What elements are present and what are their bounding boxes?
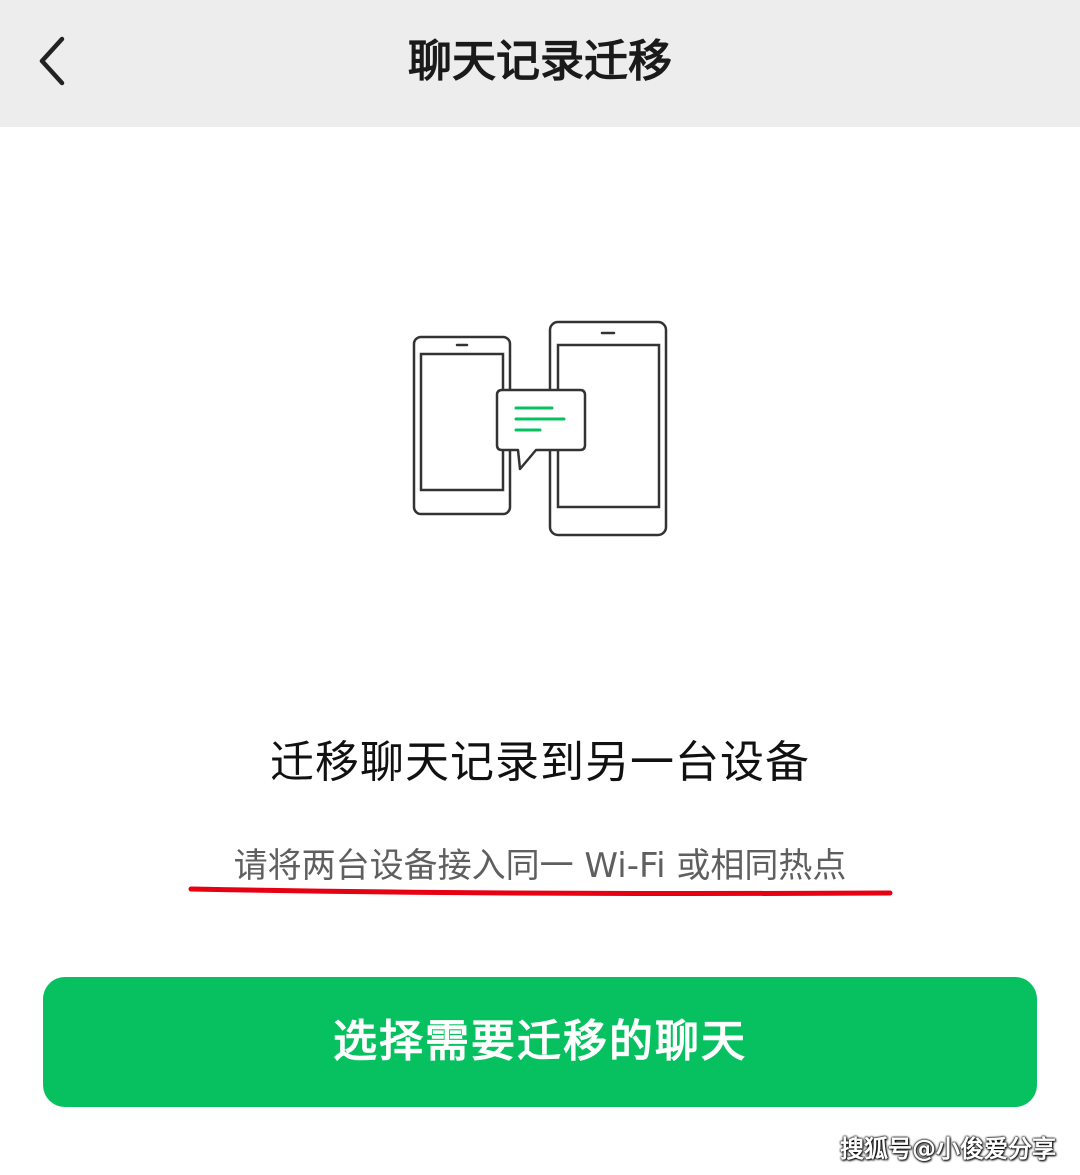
phones-transfer-illustration — [406, 316, 674, 540]
watermark: 搜狐号@小俊爱分享 — [840, 1135, 1056, 1163]
phones-transfer-icon — [412, 320, 668, 537]
wifi-hint-text: 请将两台设备接入同一 Wi-Fi 或相同热点 — [233, 846, 847, 886]
page-title: 聊天记录迁移 — [408, 36, 672, 87]
top-navigation-bar: 聊天记录迁移 — [0, 0, 1080, 127]
chevron-left-icon — [39, 36, 65, 86]
migration-heading: 迁移聊天记录到另一台设备 — [270, 737, 810, 788]
select-chats-button[interactable]: 选择需要迁移的聊天 — [43, 977, 1037, 1107]
back-button[interactable] — [22, 25, 86, 97]
